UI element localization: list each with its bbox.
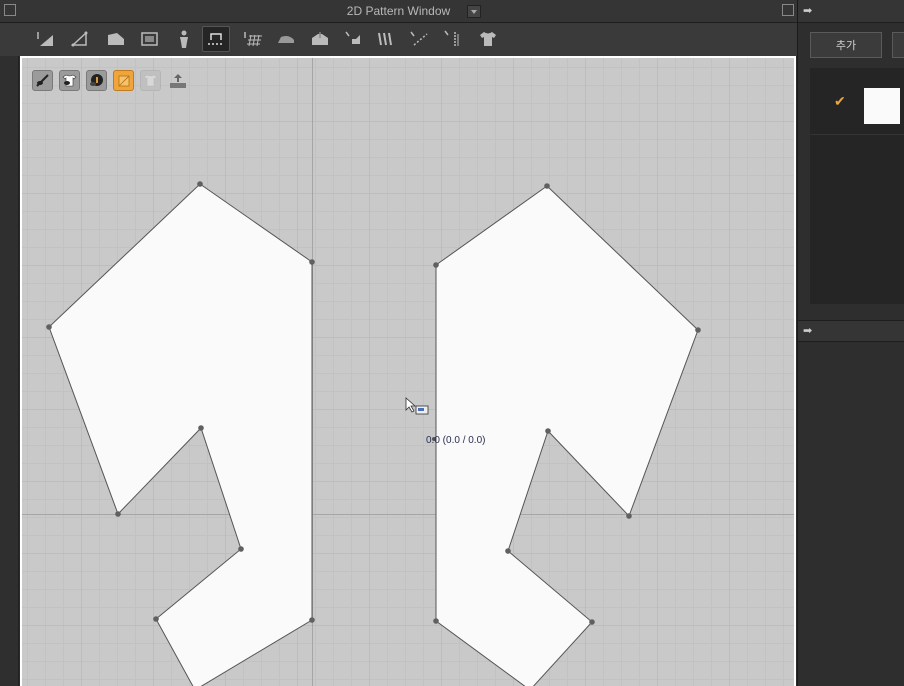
fabric-list: ✔	[810, 68, 904, 304]
sewing-segment-icon	[208, 33, 224, 45]
edit-point-line-tool[interactable]	[102, 26, 130, 52]
left-pattern-piece[interactable]	[46, 181, 315, 686]
eye-needle-icon	[36, 74, 49, 87]
fold-icon	[312, 32, 328, 45]
avatar-tool[interactable]	[170, 26, 198, 52]
transform-pattern-tool[interactable]	[66, 26, 94, 52]
ruler-tool[interactable]	[440, 26, 468, 52]
measure-line-icon	[410, 31, 428, 46]
rectangle-icon	[141, 32, 158, 46]
cursor-coordinate-readout: 0.0 (0.0 / 0.0)	[426, 435, 486, 446]
iron-icon	[278, 36, 294, 43]
right-panel-header-2: ➡	[798, 320, 904, 342]
pattern-toolbar	[0, 23, 797, 56]
panel-pin-icon[interactable]: ➡	[803, 4, 812, 17]
export-toggle[interactable]	[167, 70, 188, 91]
add-button[interactable]: 추가	[810, 32, 882, 58]
fabric-swatch[interactable]	[864, 88, 900, 124]
pin-icon	[345, 31, 360, 44]
garment-tool[interactable]	[474, 26, 502, 52]
pattern-canvas[interactable]: 0.0 (0.0 / 0.0)	[20, 56, 796, 686]
rectangle-tool[interactable]	[136, 26, 164, 52]
segment-sewing-tool[interactable]	[202, 26, 230, 52]
show-sewing-line-toggle[interactable]	[32, 70, 53, 91]
show-texture-toggle[interactable]	[113, 70, 134, 91]
fabric-faded-icon	[143, 74, 158, 87]
pleat-icon	[378, 32, 392, 46]
window-menu-dropdown[interactable]	[467, 5, 481, 18]
eye-shirt-icon	[62, 74, 77, 87]
right-panel-header: ➡	[798, 0, 904, 23]
show-info-toggle[interactable]	[86, 70, 107, 91]
secondary-button[interactable]	[892, 32, 904, 58]
checkmark-icon: ✔	[834, 93, 846, 109]
grid-tool[interactable]	[240, 26, 268, 52]
window-title: 2D Pattern Window	[346, 4, 451, 18]
pointer-triangle-icon	[37, 32, 53, 46]
show-garment-toggle[interactable]	[59, 70, 80, 91]
window-maximize-icon[interactable]	[782, 4, 794, 16]
polygon-fill-icon	[108, 33, 124, 45]
ruler-icon	[444, 30, 459, 47]
iron-tool[interactable]	[272, 26, 300, 52]
edit-pattern-tool[interactable]	[32, 26, 60, 52]
right-side-panel: ➡ 추가 ✔ ➡	[797, 0, 904, 686]
export-tray-icon	[169, 73, 186, 88]
avatar-figure-icon	[180, 30, 188, 48]
fold-tool[interactable]	[306, 26, 334, 52]
tshirt-icon	[480, 32, 496, 46]
pin-tool[interactable]	[340, 26, 368, 52]
panel-pin-icon-2[interactable]: ➡	[803, 324, 812, 337]
eye-info-icon	[90, 74, 103, 86]
transform-triangle-icon	[71, 31, 88, 47]
left-collapsed-strip[interactable]: ⟩⟩	[0, 23, 19, 686]
list-item[interactable]: ✔	[810, 68, 904, 135]
show-fabric-toggle[interactable]	[140, 70, 161, 91]
pleat-tool[interactable]	[372, 26, 400, 52]
measure-tool[interactable]	[406, 26, 434, 52]
pattern-window-titlebar: 2D Pattern Window	[0, 0, 797, 23]
grid-icon	[244, 32, 262, 47]
texture-orange-icon	[118, 75, 130, 87]
canvas-display-toggles	[32, 70, 188, 91]
pattern-pieces	[46, 181, 701, 686]
